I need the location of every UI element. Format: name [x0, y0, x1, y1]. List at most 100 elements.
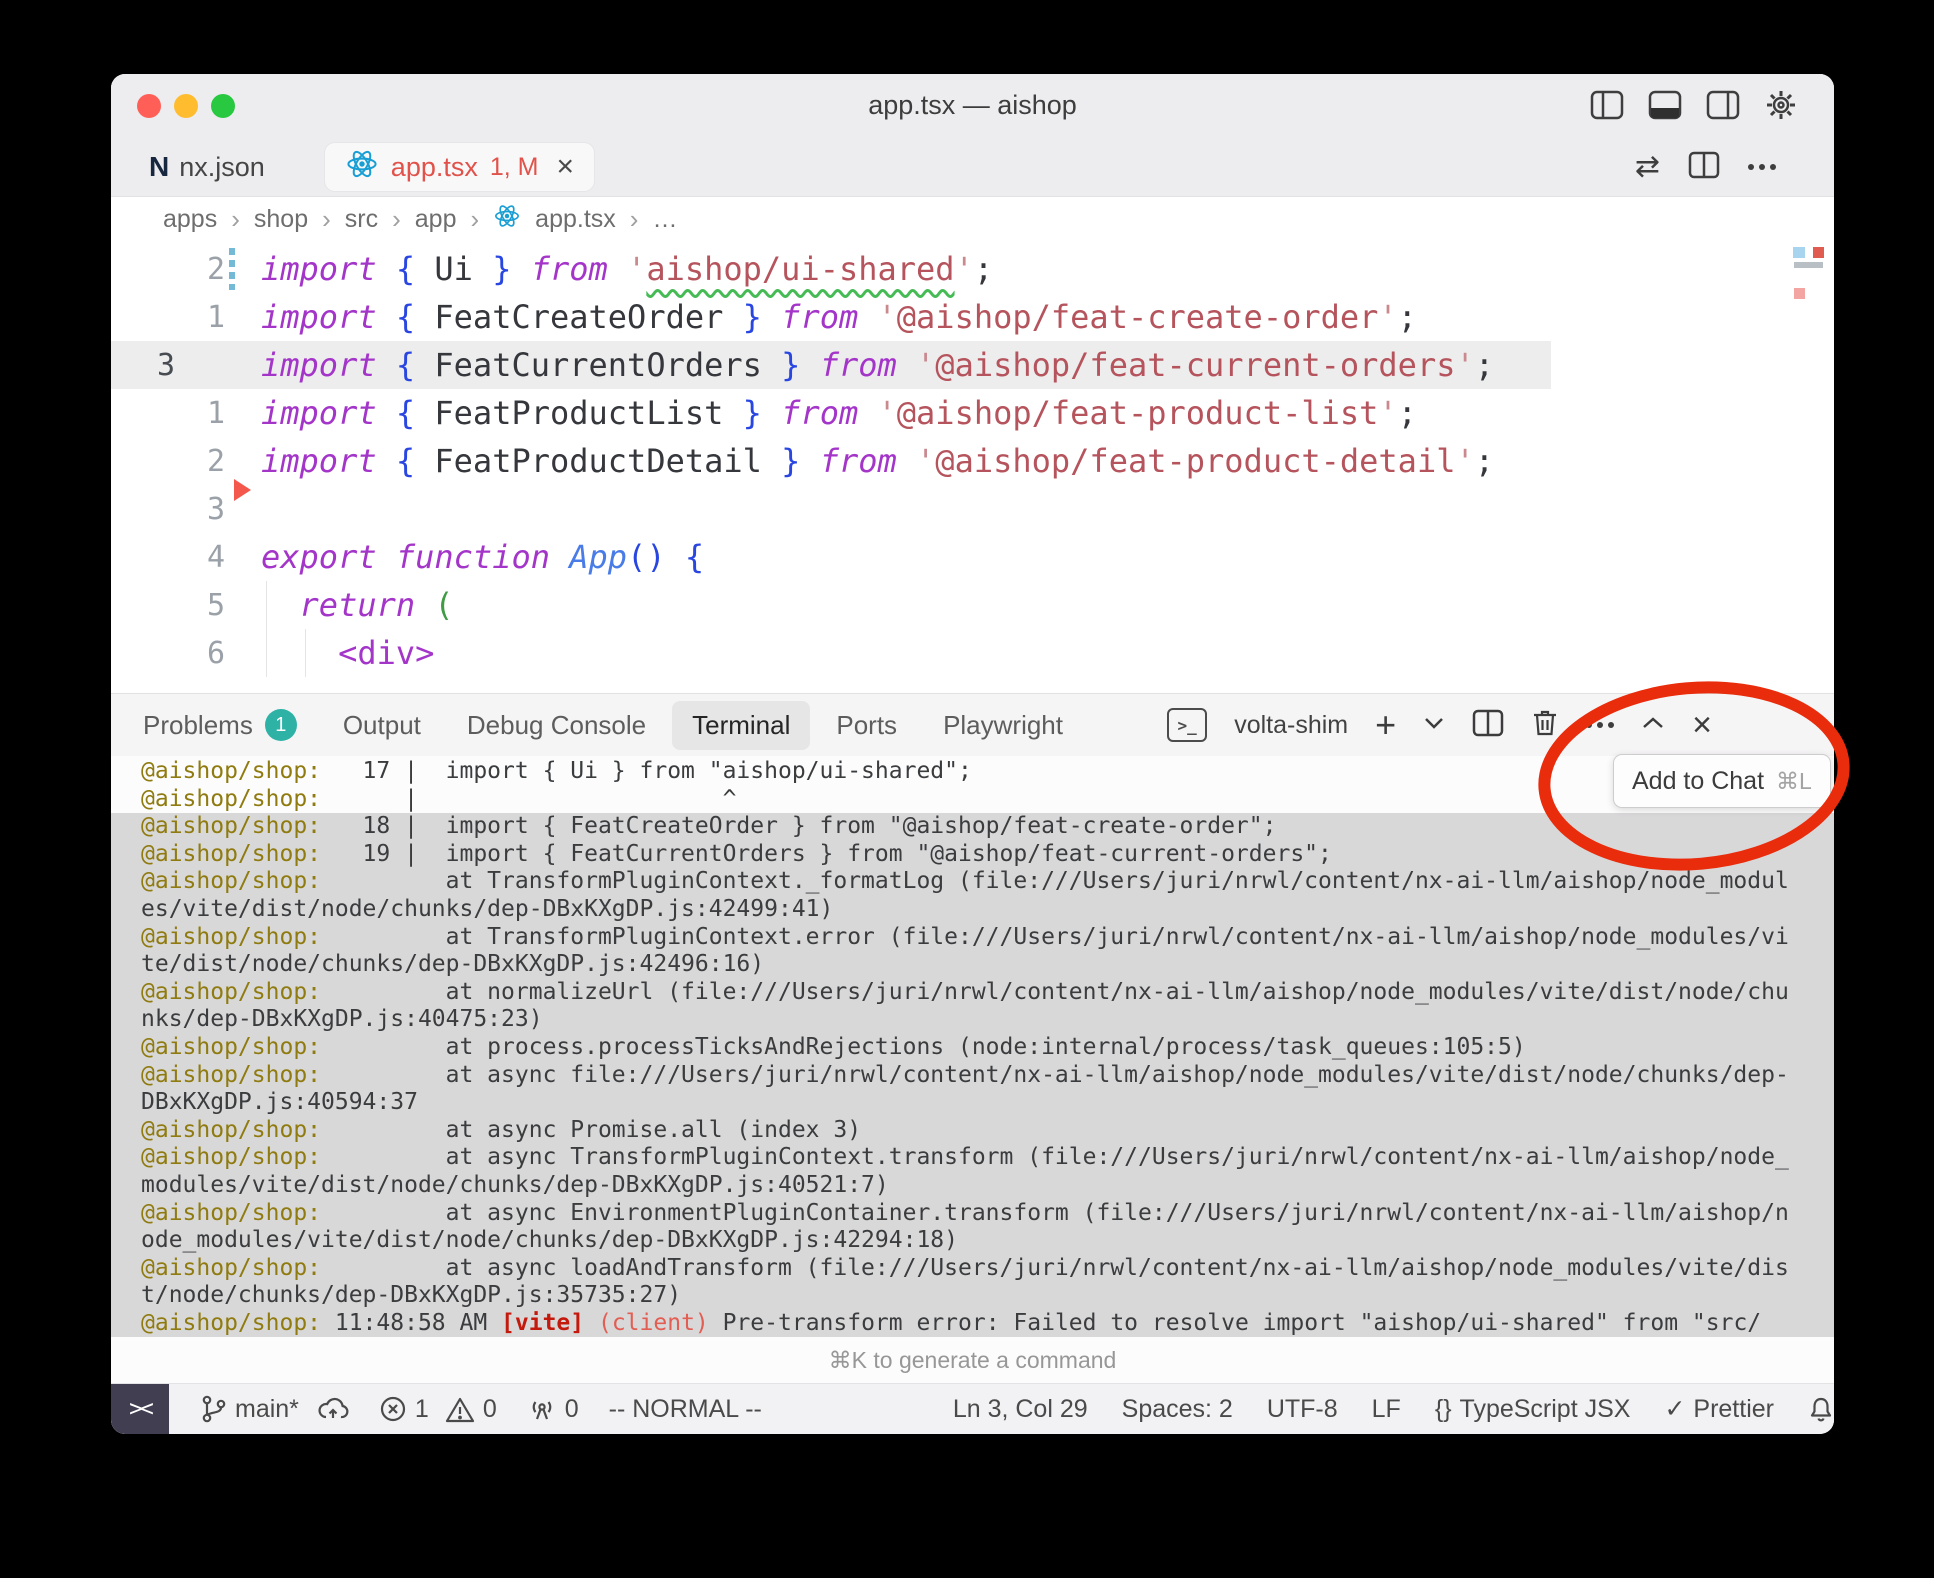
terminal-line[interactable]: es/vite/dist/node/chunks/dep-DBxKXgDP.js… [111, 896, 1834, 924]
panel-header: Problems 1 Output Debug Console Terminal… [111, 694, 1834, 756]
gutter: 6 [111, 629, 261, 677]
terminal-line[interactable]: @aishop/shop: at TransformPluginContext.… [111, 868, 1834, 896]
new-terminal-icon[interactable]: + [1375, 707, 1396, 743]
add-to-chat-button[interactable]: Add to Chat ⌘L [1613, 754, 1831, 808]
code-line[interactable]: 1import { FeatCreateOrder } from '@aisho… [111, 293, 1834, 341]
ruler-mark-blue [1793, 247, 1805, 258]
error-flag-icon [234, 479, 251, 501]
code-line[interactable]: 4export function App() { [111, 533, 1834, 581]
terminal-line[interactable]: nks/dep-DBxKXgDP.js:40475:23) [111, 1006, 1834, 1034]
terminal-ai-hint: ⌘K to generate a command [111, 1337, 1834, 1383]
bottom-panel: Problems 1 Output Debug Console Terminal… [111, 693, 1834, 1383]
panel-tab-problems[interactable]: Problems 1 [143, 709, 297, 741]
problems-item[interactable]: 1 0 [379, 1395, 497, 1424]
terminal-line[interactable]: @aishop/shop: at async TransformPluginCo… [111, 1144, 1834, 1172]
panel-tab-playwright[interactable]: Playwright [943, 710, 1063, 741]
language-mode[interactable]: {} TypeScript JSX [1435, 1395, 1631, 1424]
tab-app-tsx[interactable]: app.tsx 1, M × [325, 143, 594, 191]
panel-tab-ports[interactable]: Ports [836, 710, 897, 741]
terminal-line[interactable]: @aishop/shop: at process.processTicksAnd… [111, 1034, 1834, 1062]
kill-terminal-trash-icon[interactable] [1531, 708, 1559, 743]
panel-tab-label: Output [343, 710, 421, 741]
code-line[interactable]: 1import { FeatProductList } from '@aisho… [111, 389, 1834, 437]
terminal-line[interactable]: @aishop/shop: | ^ [111, 786, 1834, 814]
terminal-dropdown-icon[interactable] [1423, 716, 1445, 735]
breadcrumb-more[interactable]: … [652, 205, 677, 234]
terminal-line[interactable]: @aishop/shop: 18 | import { FeatCreateOr… [111, 813, 1834, 841]
terminal-line[interactable]: @aishop/shop: at normalizeUrl (file:///U… [111, 979, 1834, 1007]
terminal-line[interactable]: @aishop/shop: at async file:///Users/jur… [111, 1062, 1834, 1090]
code-line[interactable]: 3import { FeatCurrentOrders } from '@ais… [111, 341, 1834, 389]
panel-tab-label: Debug Console [467, 710, 646, 741]
panel-tab-terminal[interactable]: Terminal [672, 701, 810, 750]
indentation[interactable]: Spaces: 2 [1122, 1395, 1233, 1424]
code-line[interactable]: 3 [111, 485, 1834, 533]
terminal-line[interactable]: @aishop/shop: 19 | import { FeatCurrentO… [111, 841, 1834, 869]
code-editor[interactable]: 2import { Ui } from 'aishop/ui-shared';1… [111, 241, 1834, 693]
panel-tab-debug-console[interactable]: Debug Console [467, 710, 646, 741]
breadcrumb-item[interactable]: app [415, 205, 457, 234]
tab-nx-json[interactable]: N nx.json [129, 143, 285, 191]
encoding[interactable]: UTF-8 [1267, 1395, 1338, 1424]
terminal-line[interactable]: t/node/chunks/dep-DBxKXgDP.js:35735:27) [111, 1282, 1834, 1310]
maximize-panel-icon[interactable] [1641, 715, 1665, 735]
toggle-panel-icon[interactable] [1648, 90, 1682, 120]
terminal-line[interactable]: DBxKXgDP.js:40594:37 [111, 1089, 1834, 1117]
formatter-item[interactable]: ✓ Prettier [1664, 1394, 1774, 1424]
split-editor-icon[interactable] [1688, 151, 1720, 184]
toggle-primary-sidebar-icon[interactable] [1590, 90, 1624, 120]
git-branch-item[interactable]: main* [199, 1394, 349, 1424]
eol-sequence[interactable]: LF [1372, 1395, 1401, 1424]
vscode-window: app.tsx — aishop N nx.json [111, 74, 1834, 1434]
remote-indicator[interactable]: >< [111, 1384, 169, 1434]
terminal-output[interactable]: @aishop/shop: 17 | import { Ui } from "a… [111, 756, 1834, 1337]
terminal-line[interactable]: @aishop/shop: at async EnvironmentPlugin… [111, 1200, 1834, 1228]
gutter: 4 [111, 533, 261, 581]
toggle-secondary-sidebar-icon[interactable] [1706, 90, 1740, 120]
indent-guide [266, 629, 267, 677]
settings-gear-icon[interactable] [1764, 88, 1798, 122]
cursor-position[interactable]: Ln 3, Col 29 [953, 1395, 1088, 1424]
notifications-bell-icon[interactable] [1808, 1395, 1834, 1423]
terminal-line[interactable]: modules/vite/dist/node/chunks/dep-DBxKXg… [111, 1172, 1834, 1200]
open-changes-icon[interactable]: ⇄ [1635, 152, 1660, 182]
vim-mode-indicator[interactable]: -- NORMAL -- [609, 1395, 762, 1424]
code-line[interactable]: 2import { FeatProductDetail } from '@ais… [111, 437, 1834, 485]
line-number: 2 [111, 252, 261, 287]
line-number: 4 [111, 540, 261, 575]
line-number: 5 [111, 588, 261, 623]
breadcrumb-item[interactable]: apps [163, 205, 217, 234]
code-line[interactable]: 2import { Ui } from 'aishop/ui-shared'; [111, 245, 1834, 293]
warning-count: 0 [483, 1395, 497, 1424]
add-to-chat-label: Add to Chat [1632, 767, 1764, 796]
terminal-line[interactable]: @aishop/shop: 11:48:58 AM [vite] (client… [111, 1310, 1834, 1337]
terminal-line[interactable]: @aishop/shop: 17 | import { Ui } from "a… [111, 758, 1834, 786]
terminal-line[interactable]: @aishop/shop: at async loadAndTransform … [111, 1255, 1834, 1283]
ports-item[interactable]: 0 [527, 1395, 579, 1424]
breadcrumb-item[interactable]: src [345, 205, 378, 234]
terminal-instance-name[interactable]: volta-shim [1234, 711, 1348, 740]
ruler-mark-red [1813, 247, 1824, 258]
tab-label: app.tsx [391, 152, 478, 183]
panel-tab-output[interactable]: Output [343, 710, 421, 741]
panel-more-actions-icon[interactable] [1586, 722, 1614, 728]
split-terminal-icon[interactable] [1472, 709, 1504, 742]
terminal-line[interactable]: te/dist/node/chunks/dep-DBxKXgDP.js:4249… [111, 951, 1834, 979]
terminal-shell-icon: >_ [1167, 708, 1207, 742]
terminal-line[interactable]: ode_modules/vite/dist/node/chunks/dep-DB… [111, 1227, 1834, 1255]
terminal-line[interactable]: @aishop/shop: at TransformPluginContext.… [111, 924, 1834, 952]
breadcrumb-separator: › [471, 204, 480, 235]
code-line[interactable]: 6 <div> [111, 629, 1834, 677]
code-line[interactable]: 5 return ( [111, 581, 1834, 629]
breadcrumb-item[interactable]: app.tsx [535, 205, 616, 234]
tab-close-icon[interactable]: × [556, 152, 574, 182]
terminal-line[interactable]: @aishop/shop: at async Promise.all (inde… [111, 1117, 1834, 1145]
line-number: 2 [111, 444, 261, 479]
close-panel-icon[interactable]: × [1692, 708, 1712, 742]
tab-problem-badge: 1, M [490, 153, 539, 182]
title-bar: app.tsx — aishop [111, 74, 1834, 138]
code-text: import { FeatProductDetail } from '@aish… [261, 437, 1834, 485]
scrollbar-slider[interactable] [1794, 262, 1823, 268]
breadcrumb-item[interactable]: shop [254, 205, 308, 234]
more-actions-icon[interactable] [1748, 164, 1776, 170]
